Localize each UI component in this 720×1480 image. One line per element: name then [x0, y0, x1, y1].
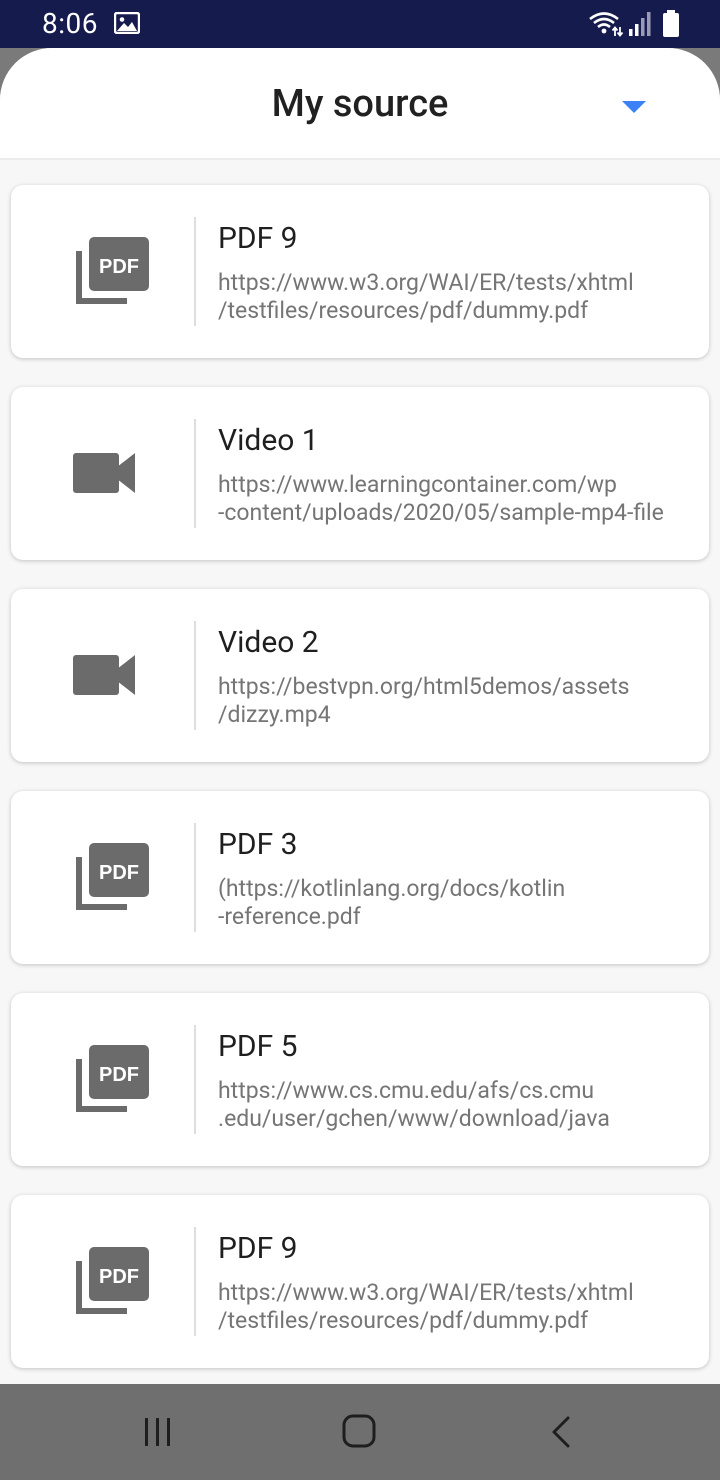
status-bar: 8:06: [0, 0, 720, 48]
source-url-line: .edu/user/gchen/www/download/java: [218, 1105, 610, 1132]
sheet-header: My source: [0, 48, 720, 160]
source-url: https://www.cs.cmu.edu/afs/cs.cmu .edu/u…: [218, 1077, 696, 1133]
source-url-line: https://www.w3.org/WAI/ER/tests/xhtml: [218, 269, 634, 296]
source-title: Video 2: [218, 625, 319, 660]
card-divider: [194, 419, 196, 528]
card-divider: [194, 1227, 196, 1336]
gallery-icon: [114, 12, 140, 34]
pdf-icon: PDF: [76, 237, 149, 304]
source-url-line: -content/uploads/2020/05/sample-mp4-file: [218, 499, 664, 526]
source-url-line: https://www.cs.cmu.edu/afs/cs.cmu: [218, 1077, 595, 1104]
source-title: PDF 9: [218, 1231, 298, 1266]
signal-icon: [629, 12, 651, 36]
svg-text:PDF: PDF: [99, 862, 139, 884]
home-icon[interactable]: [340, 1412, 378, 1450]
source-title: PDF 5: [218, 1029, 298, 1064]
svg-text:PDF: PDF: [99, 1266, 139, 1288]
source-title: PDF 3: [218, 827, 298, 862]
source-card[interactable]: Video 2 https://bestvpn.org/html5demos/a…: [11, 589, 709, 762]
video-camera-icon: [73, 453, 135, 493]
battery-icon: [663, 10, 679, 37]
pdf-icon: PDF: [76, 1247, 149, 1314]
svg-text:PDF: PDF: [99, 1064, 139, 1086]
dropdown-arrow-icon[interactable]: [620, 98, 648, 116]
card-divider: [194, 621, 196, 730]
source-sheet: My source PDF PDF 9 https://www.w3.org/W…: [0, 48, 720, 1384]
navigation-bar: [0, 1384, 720, 1480]
recents-icon[interactable]: [140, 1414, 176, 1450]
source-url-line: https://www.learningcontainer.com/wp: [218, 471, 617, 498]
source-card[interactable]: PDF PDF 9 https://www.w3.org/WAI/ER/test…: [11, 1195, 709, 1368]
card-divider: [194, 1025, 196, 1134]
source-url-line: https://bestvpn.org/html5demos/assets: [218, 673, 630, 700]
source-card[interactable]: PDF PDF 9 https://www.w3.org/WAI/ER/test…: [11, 185, 709, 358]
source-url: https://www.w3.org/WAI/ER/tests/xhtml /t…: [218, 1279, 696, 1335]
video-camera-icon: [73, 655, 135, 695]
status-time: 8:06: [42, 7, 98, 40]
source-title: PDF 9: [218, 221, 298, 256]
source-card[interactable]: PDF PDF 3 (https://kotlinlang.org/docs/k…: [11, 791, 709, 964]
source-card[interactable]: PDF PDF 5 https://www.cs.cmu.edu/afs/cs.…: [11, 993, 709, 1166]
page-title: My source: [271, 82, 449, 126]
source-card[interactable]: Video 1 https://www.learningcontainer.co…: [11, 387, 709, 560]
source-url-line: /dizzy.mp4: [218, 701, 331, 728]
source-url-line: https://www.w3.org/WAI/ER/tests/xhtml: [218, 1279, 634, 1306]
source-url: https://www.learningcontainer.com/wp -co…: [218, 471, 696, 527]
pdf-icon: PDF: [76, 843, 149, 910]
source-url: (https://kotlinlang.org/docs/kotlin -ref…: [218, 875, 696, 931]
svg-text:PDF: PDF: [99, 256, 139, 278]
source-url-line: /testfiles/resources/pdf/dummy.pdf: [218, 1307, 589, 1334]
source-url-line: /testfiles/resources/pdf/dummy.pdf: [218, 297, 589, 324]
card-divider: [194, 217, 196, 326]
source-url-line: -reference.pdf: [218, 903, 361, 930]
pdf-icon: PDF: [76, 1045, 149, 1112]
wifi-icon: [589, 12, 624, 37]
source-title: Video 1: [218, 423, 319, 458]
source-url: https://bestvpn.org/html5demos/assets /d…: [218, 673, 696, 729]
card-divider: [194, 823, 196, 932]
source-url: https://www.w3.org/WAI/ER/tests/xhtml /t…: [218, 269, 696, 325]
source-url-line: (https://kotlinlang.org/docs/kotlin: [218, 875, 566, 902]
back-icon[interactable]: [546, 1414, 576, 1450]
